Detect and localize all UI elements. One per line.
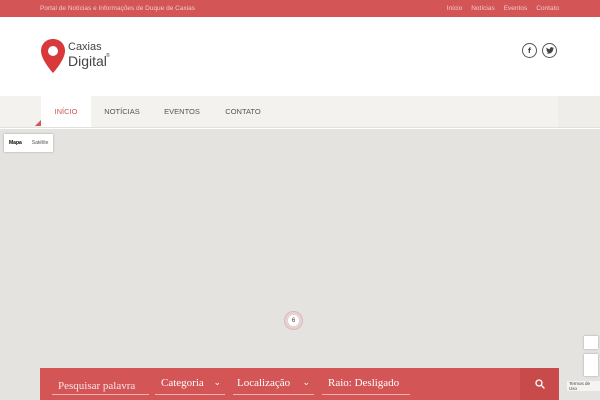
top-link-contato[interactable]: Contato [536, 5, 559, 12]
top-link-inicio[interactable]: Início [447, 5, 463, 12]
location-select-label: Localização [237, 377, 291, 389]
map-pin-logo-icon [41, 39, 65, 73]
radius-select[interactable]: Raio: Desligado [322, 377, 410, 395]
map-type-control: Mapa Satélite [4, 134, 54, 152]
keyword-search-input[interactable] [52, 377, 149, 395]
nav-item-contato[interactable]: CONTATO [213, 96, 273, 127]
twitter-icon[interactable] [542, 43, 557, 58]
zoom-out-button[interactable] [584, 354, 598, 376]
top-bar: Portal de Notícias e Informações de Duqu… [0, 0, 600, 17]
twitter-bird-glyph [545, 47, 554, 54]
nav-item-noticias[interactable]: NOTÍCIAS [92, 96, 152, 127]
top-link-noticias[interactable]: Notícias [471, 5, 494, 12]
logo-text-digital: Digital [68, 53, 107, 69]
zoom-in-button[interactable] [584, 336, 598, 349]
top-links: Início Notícias Eventos Contato [447, 5, 559, 12]
facebook-glyph: f [527, 46, 532, 55]
search-button[interactable] [520, 368, 559, 400]
nav-item-eventos[interactable]: EVENTOS [152, 96, 212, 127]
site-logo[interactable]: Caxias Digital ® [40, 38, 115, 76]
category-select[interactable]: Categoria ⌄ [155, 377, 225, 395]
chevron-down-icon: ⌄ [213, 378, 221, 388]
registered-mark: ® [106, 53, 110, 59]
location-select[interactable]: Localização ⌄ [233, 377, 314, 395]
main-nav: INÍCIO NOTÍCIAS EVENTOS CONTATO [0, 96, 600, 128]
top-link-eventos[interactable]: Eventos [504, 5, 528, 12]
map-canvas[interactable]: Mapa Satélite 6 Termos de Uso [0, 129, 600, 400]
site-header: Caxias Digital ® f [0, 17, 600, 96]
logo-text-caxias: Caxias [68, 41, 102, 53]
map-type-satelite[interactable]: Satélite [27, 134, 54, 152]
facebook-icon[interactable]: f [522, 43, 537, 58]
map-terms-link[interactable]: Termos de Uso [567, 381, 600, 391]
radius-select-label: Raio: Desligado [328, 377, 400, 389]
nav-right-block [558, 96, 600, 127]
category-select-label: Categoria [161, 377, 204, 389]
search-icon [534, 379, 545, 389]
map-cluster-marker[interactable]: 6 [285, 312, 302, 329]
site-tagline: Portal de Notícias e Informações de Duqu… [40, 5, 196, 12]
search-bar: Categoria ⌄ Localização ⌄ Raio: Desligad… [40, 368, 559, 400]
nav-item-inicio[interactable]: INÍCIO [41, 96, 91, 127]
map-type-mapa[interactable]: Mapa [4, 134, 27, 152]
chevron-down-icon: ⌄ [302, 378, 310, 388]
